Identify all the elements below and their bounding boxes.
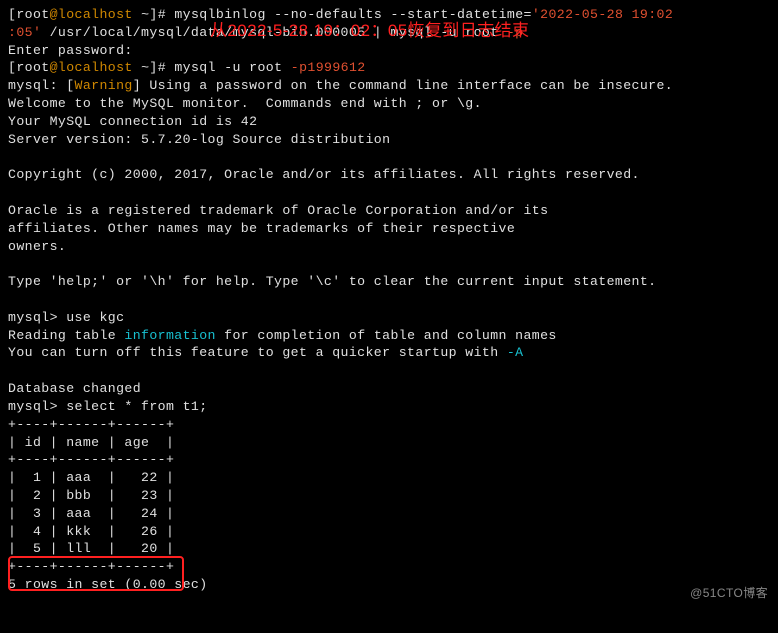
- turnoff: You can turn off this feature to get a q…: [8, 344, 770, 362]
- welcome-3: Server version: 5.7.20-log Source distri…: [8, 131, 770, 149]
- red-annotation: 从2022-5-28 19：02：05恢复到日志结束: [210, 20, 529, 43]
- welcome-2: Your MySQL connection id is 42: [8, 113, 770, 131]
- oracle-3: owners.: [8, 238, 770, 256]
- blank: [8, 291, 770, 309]
- help-line: Type 'help;' or '\h' for help. Type '\c'…: [8, 273, 770, 291]
- highlight-rows-4-5: [8, 556, 184, 591]
- table-border-top: +----+------+------+: [8, 416, 770, 434]
- table-row: | 2 | bbb | 23 |: [8, 487, 770, 505]
- oracle-1: Oracle is a registered trademark of Orac…: [8, 202, 770, 220]
- warning-line: mysql: [Warning] Using a password on the…: [8, 77, 770, 95]
- sql-select[interactable]: mysql> select * from t1;: [8, 398, 770, 416]
- table-header: | id | name | age |: [8, 434, 770, 452]
- blank: [8, 362, 770, 380]
- oracle-2: affiliates. Other names may be trademark…: [8, 220, 770, 238]
- table-row: | 4 | kkk | 26 |: [8, 523, 770, 541]
- db-changed: Database changed: [8, 380, 770, 398]
- sql-use[interactable]: mysql> use kgc: [8, 309, 770, 327]
- prompt-line-2[interactable]: [root@localhost ~]# mysql -u root -p1999…: [8, 59, 770, 77]
- welcome-1: Welcome to the MySQL monitor. Commands e…: [8, 95, 770, 113]
- terminal-output: [root@localhost ~]# mysqlbinlog --no-def…: [8, 6, 770, 594]
- table-row: | 3 | aaa | 24 |: [8, 505, 770, 523]
- table-border-mid: +----+------+------+: [8, 451, 770, 469]
- enter-password: Enter password:: [8, 42, 770, 60]
- reading-table: Reading table information for completion…: [8, 327, 770, 345]
- table-row: | 1 | aaa | 22 |: [8, 469, 770, 487]
- blank: [8, 255, 770, 273]
- copyright: Copyright (c) 2000, 2017, Oracle and/or …: [8, 166, 770, 184]
- blank: [8, 184, 770, 202]
- watermark: @51CTO博客: [690, 585, 768, 601]
- blank: [8, 149, 770, 167]
